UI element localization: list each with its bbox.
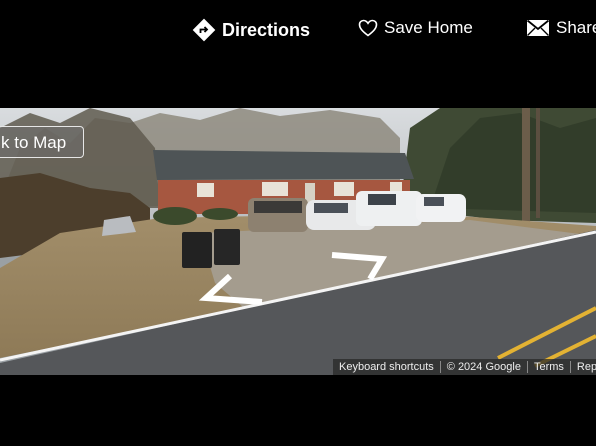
- directions-label: Directions: [222, 19, 311, 40]
- directions-button[interactable]: Directions: [192, 18, 310, 42]
- map-attribution-bar: Keyboard shortcuts © 2024 Google Terms R…: [333, 359, 596, 375]
- report-link[interactable]: Report: [571, 361, 596, 373]
- envelope-icon: [526, 19, 550, 37]
- chevron-right-icon: [331, 252, 388, 281]
- nav-arrow-back[interactable]: [198, 273, 266, 308]
- save-home-label: Save Home: [384, 18, 473, 37]
- street-view-panorama[interactable]: [0, 108, 596, 375]
- back-to-map-button[interactable]: k to Map: [0, 126, 84, 158]
- directions-icon: [192, 18, 216, 42]
- share-button[interactable]: Share: [526, 18, 596, 38]
- nav-arrow-forward[interactable]: [330, 251, 394, 283]
- terms-link[interactable]: Terms: [528, 361, 571, 373]
- share-label: Share: [556, 18, 596, 37]
- bottom-black-area: [0, 375, 596, 446]
- street-view-image[interactable]: [0, 108, 596, 375]
- heart-icon: [358, 19, 378, 37]
- copyright-text: © 2024 Google: [441, 361, 528, 373]
- top-toolbar: Directions Save Home Share: [0, 0, 596, 108]
- keyboard-shortcuts-link[interactable]: Keyboard shortcuts: [333, 361, 441, 373]
- save-home-button[interactable]: Save Home: [358, 18, 473, 38]
- chevron-left-icon: [198, 273, 263, 305]
